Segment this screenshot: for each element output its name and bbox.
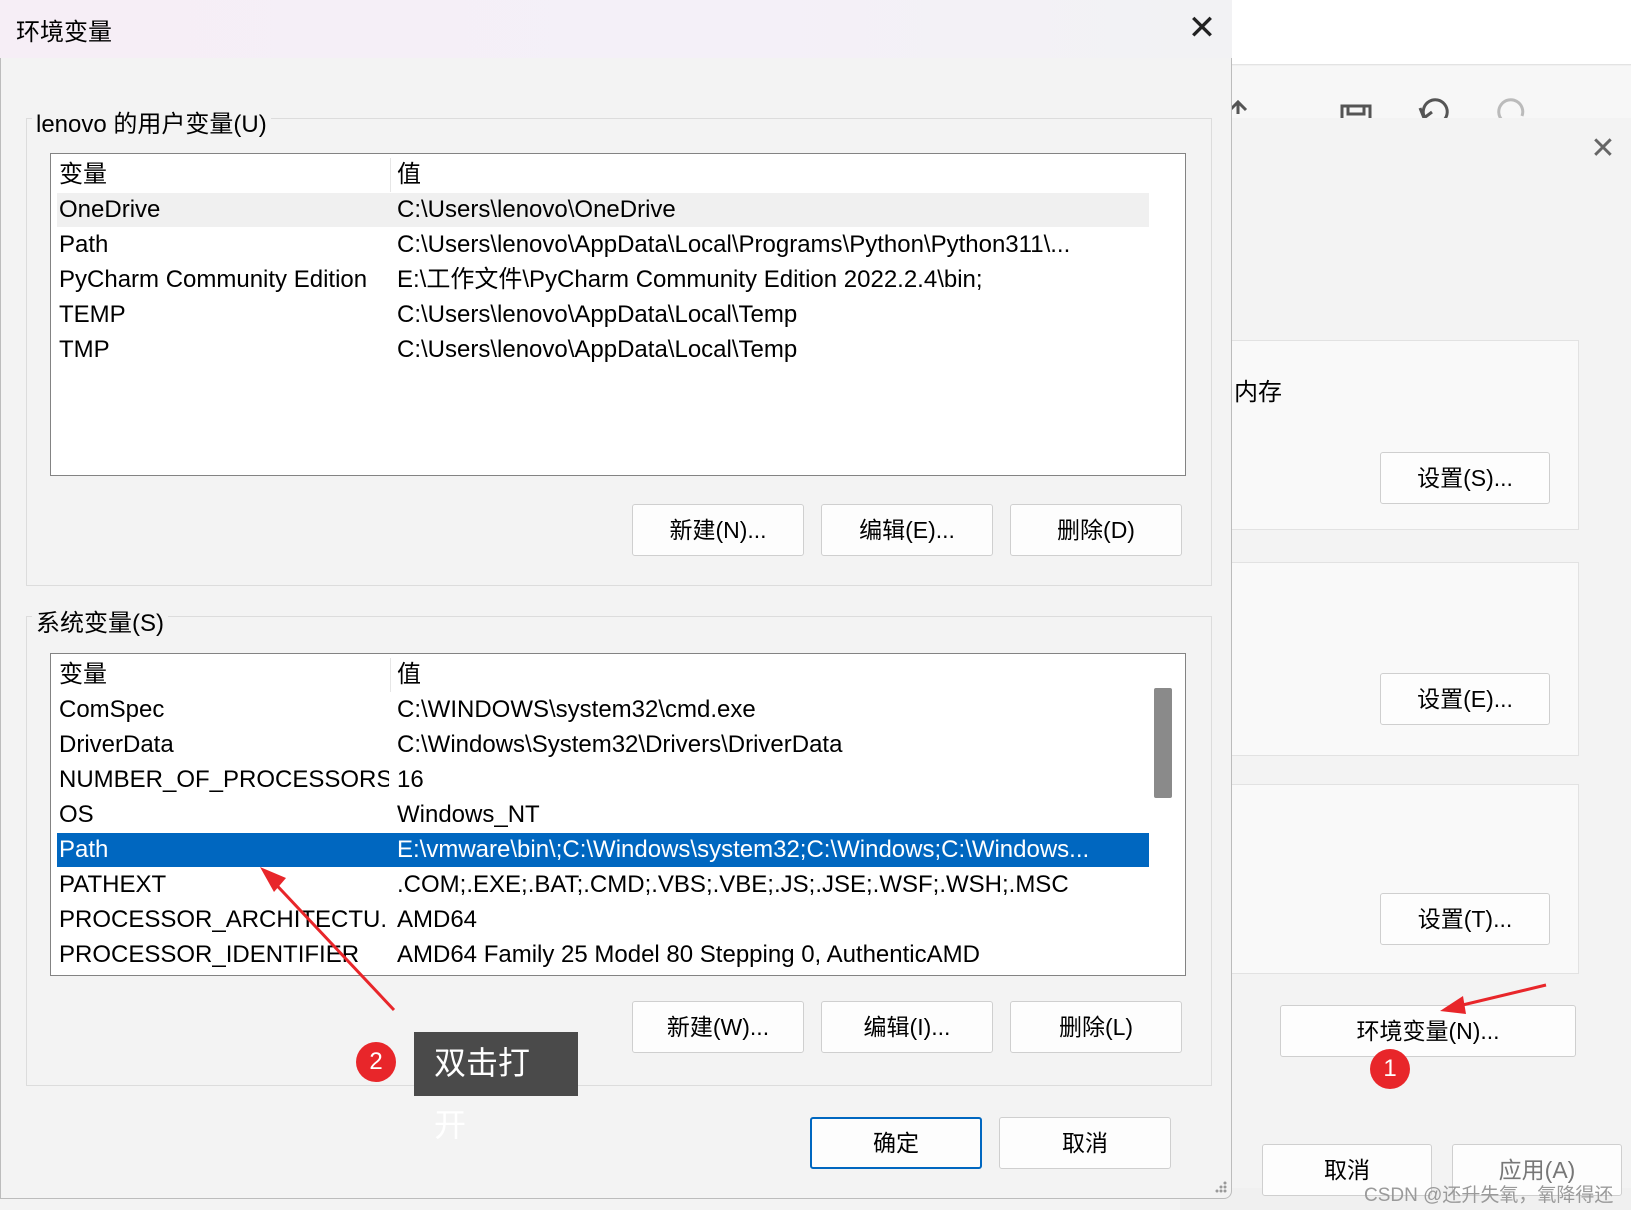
watermark: CSDN @还升失氧，氧降得还: [1364, 1185, 1614, 1206]
step-1-badge: 1: [1370, 1049, 1410, 1089]
annotation-arrows: [260, 867, 1547, 1014]
double-click-tooltip: 双击打开: [414, 1032, 578, 1143]
step-2-badge: 2: [356, 1042, 396, 1082]
